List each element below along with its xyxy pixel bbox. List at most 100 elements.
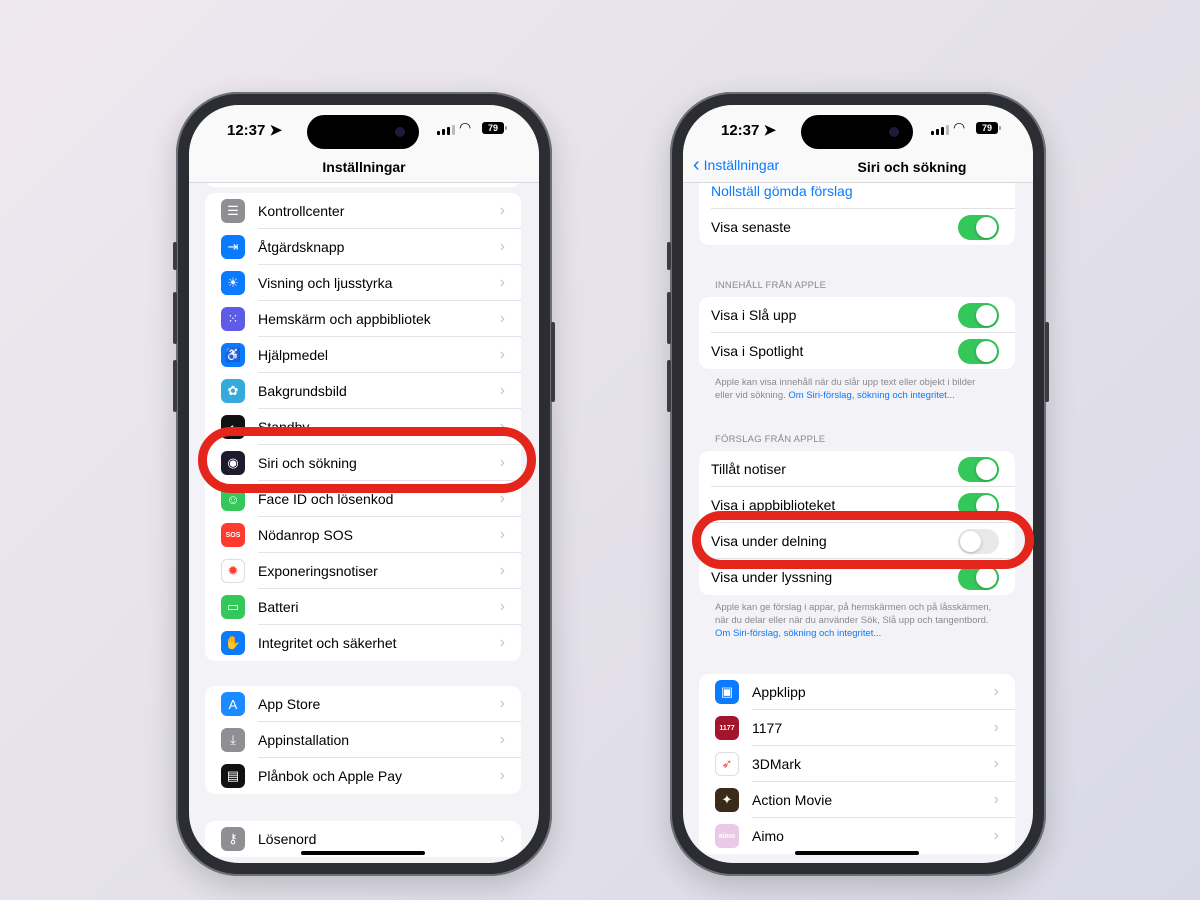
status-time: 12:37 ➤	[721, 122, 777, 139]
settings-row-tillat-notiser: Tillåt notiser	[699, 451, 1015, 487]
settings-row-1177[interactable]: 1177 1177 ›	[699, 710, 1015, 746]
toggle-visa-i-appbiblioteket[interactable]	[958, 492, 999, 518]
battery-icon: ▭	[221, 595, 245, 619]
toggle-visa-senaste[interactable]	[958, 214, 999, 240]
apple-content-group: Visa i Slå upp Visa i Spotlight	[699, 297, 1015, 369]
siri-settings-screen: 12:37 ➤ ◠ 79 ‹ Inställningar Siri och sök…	[683, 105, 1033, 863]
wifi-icon: ◠	[459, 119, 472, 135]
row-label: Visa i Slå upp	[711, 307, 797, 323]
face-id-icon: ☺	[221, 487, 245, 511]
location-arrow-icon: ➤	[763, 122, 777, 139]
chevron-right-icon: ›	[499, 830, 505, 847]
settings-row-visa-i-appbiblioteket: Visa i appbiblioteket	[699, 487, 1015, 523]
settings-row-siri-och-sokning[interactable]: ◉ Siri och sökning ›	[205, 445, 521, 481]
section-footer: Apple kan ge förslag i appar, på hemskär…	[715, 602, 992, 639]
standby-icon: ◐	[221, 415, 245, 439]
sos-icon: SOS	[221, 523, 245, 547]
page-title: Siri och sökning	[857, 159, 967, 175]
settings-row-3dmark[interactable]: ➶ 3DMark ›	[699, 746, 1015, 782]
chevron-right-icon: ›	[499, 562, 505, 579]
page-title: Inställningar	[322, 159, 406, 175]
settings-row-visa-i-spotlight: Visa i Spotlight	[699, 333, 1015, 369]
wifi-icon: ◠	[953, 119, 966, 135]
apple-suggestions-group: Tillåt notiser Visa i appbiblioteket Visa …	[699, 451, 1015, 595]
section-footer: Apple kan visa innehåll när du slår upp …	[715, 377, 976, 401]
settings-row-visa-under-delning: Visa under delning	[699, 523, 1015, 559]
app-install-icon: ⤓	[221, 728, 245, 752]
settings-row-appinstallation[interactable]: ⤓ Appinstallation ›	[205, 722, 521, 758]
privacy-link[interactable]: Om Siri-förslag, sökning och integritet.…	[715, 628, 881, 639]
row-label: Siri och sökning	[258, 455, 357, 471]
toggle-tillat-notiser[interactable]	[958, 456, 999, 482]
settings-row-standby[interactable]: ◐ Standby ›	[205, 409, 521, 445]
settings-row-face-id-och-losenkod[interactable]: ☺ Face ID och lösenkod ›	[205, 481, 521, 517]
settings-screen: 12:37 ➤ ◠ 79 Inställningar ☰ Kontrollcent…	[189, 105, 539, 863]
row-label: Visa senaste	[711, 219, 791, 235]
chevron-right-icon: ›	[499, 346, 505, 363]
wallpaper-icon: ✿	[221, 379, 245, 403]
left-phone: 12:37 ➤ ◠ 79 Inställningar ☰ Kontrollcent…	[173, 92, 555, 876]
accessibility-icon: ♿	[221, 343, 245, 367]
settings-row-nodanrop-sos[interactable]: SOS Nödanrop SOS ›	[205, 517, 521, 553]
settings-group-apps: A App Store › ⤓ Appinstallation › ▤ Plånbok och…	[205, 686, 521, 794]
cellular-signal-icon	[931, 125, 949, 135]
right-phone: 12:37 ➤ ◠ 79 ‹ Inställningar Siri och sök…	[667, 92, 1049, 876]
cellular-signal-icon	[437, 125, 455, 135]
chevron-right-icon: ›	[499, 634, 505, 651]
toggle-visa-under-lyssning[interactable]	[958, 564, 999, 590]
settings-group-main: ☰ Kontrollcenter › ⇥ Åtgärdsknapp › ☀ Visning o…	[205, 193, 521, 661]
settings-row-exponeringsnotiser[interactable]: ✹ Exponeringsnotiser ›	[205, 553, 521, 589]
chevron-right-icon: ›	[499, 526, 505, 543]
row-label: Visa i Spotlight	[711, 343, 804, 359]
app-3dmark-icon: ➶	[715, 752, 739, 776]
home-indicator	[301, 851, 425, 855]
settings-row-hjalpmedel[interactable]: ♿ Hjälpmedel ›	[205, 337, 521, 373]
chevron-right-icon: ›	[499, 490, 505, 507]
settings-row-visa-senaste: Visa senaste	[699, 209, 1015, 245]
row-label: Hemskärm och appbibliotek	[258, 311, 431, 327]
settings-row-batteri[interactable]: ▭ Batteri ›	[205, 589, 521, 625]
chevron-right-icon: ›	[499, 274, 505, 291]
settings-row-integritet-och-sakerhet[interactable]: ✋ Integritet och säkerhet ›	[205, 625, 521, 661]
chevron-right-icon: ›	[499, 454, 505, 471]
toggle-visa-under-delning[interactable]	[958, 528, 999, 554]
exposure-icon: ✹	[221, 559, 245, 583]
row-label: Lösenord	[258, 831, 317, 847]
toggle-visa-i-sla-upp[interactable]	[958, 302, 999, 328]
settings-row-aimo[interactable]: aimo Aimo ›	[699, 818, 1015, 854]
toggle-visa-i-spotlight[interactable]	[958, 338, 999, 364]
nav-bar: 12:37 ➤ ◠ 79 Inställningar	[189, 105, 539, 183]
privacy-link[interactable]: Om Siri-förslag, sökning och integritet.…	[788, 390, 954, 401]
settings-row-hemskarm-och-appbibliotek[interactable]: ⁙ Hemskärm och appbibliotek ›	[205, 301, 521, 337]
settings-row-atgardsknapp[interactable]: ⇥ Åtgärdsknapp ›	[205, 229, 521, 265]
settings-row-action-movie[interactable]: ✦ Action Movie ›	[699, 782, 1015, 818]
row-label: Integritet och säkerhet	[258, 635, 397, 651]
settings-row-bakgrundsbild[interactable]: ✿ Bakgrundsbild ›	[205, 373, 521, 409]
app-1177-icon: 1177	[715, 716, 739, 740]
chevron-right-icon: ›	[993, 719, 999, 736]
settings-row-kontrollcenter[interactable]: ☰ Kontrollcenter ›	[205, 193, 521, 229]
row-label: Action Movie	[752, 792, 833, 808]
section-header: FÖRSLAG FRÅN APPLE	[715, 434, 826, 445]
row-label: Visa under lyssning	[711, 569, 833, 585]
settings-row-visa-under-lyssning: Visa under lyssning	[699, 559, 1015, 595]
settings-row-visning-och-ljusstyrka[interactable]: ☀ Visning och ljusstyrka ›	[205, 265, 521, 301]
row-label: Visa i appbiblioteket	[711, 497, 836, 513]
status-time: 12:37 ➤	[227, 122, 283, 139]
dynamic-island	[801, 115, 913, 149]
row-label: Plånbok och Apple Pay	[258, 768, 402, 784]
row-label: Tillåt notiser	[711, 461, 786, 477]
wallet-icon: ▤	[221, 764, 245, 788]
chevron-right-icon: ›	[499, 418, 505, 435]
chevron-right-icon: ›	[499, 767, 505, 784]
home-indicator	[795, 851, 919, 855]
row-label: App Store	[258, 696, 321, 712]
reset-hidden-suggestions-link[interactable]: Nollställ gömda förslag	[699, 183, 1015, 199]
apps-group: ▣ Appklipp › 1177 1177 › ➶ 3DMark › ✦ Action Movie…	[699, 674, 1015, 854]
nav-bar: 12:37 ➤ ◠ 79 ‹ Inställningar Siri och sök…	[683, 105, 1033, 183]
section-header: INNEHÅLL FRÅN APPLE	[715, 280, 827, 291]
settings-row-app-store[interactable]: A App Store ›	[205, 686, 521, 722]
settings-row-appklipp[interactable]: ▣ Appklipp ›	[699, 674, 1015, 710]
settings-row-planbok-och-apple-pay[interactable]: ▤ Plånbok och Apple Pay ›	[205, 758, 521, 794]
battery-indicator: 79	[976, 122, 1001, 134]
